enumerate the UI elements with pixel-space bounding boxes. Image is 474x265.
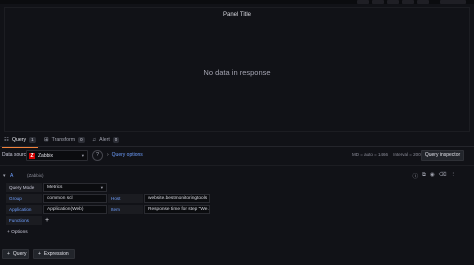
tab-label: Query	[11, 137, 27, 143]
tab-label: Transform	[51, 137, 76, 143]
datasource-selected: Zabbix	[38, 152, 54, 159]
zabbix-logo-icon: Z	[29, 152, 35, 159]
host-field[interactable]: website.bestmonitoringtools	[144, 194, 210, 203]
item-field[interactable]: Response time for step "We...	[144, 205, 210, 214]
divider	[0, 165, 474, 166]
query-mode-label: Query Mode	[6, 183, 42, 192]
datasource-label: Data source	[2, 152, 29, 158]
plus-icon: +	[7, 251, 10, 257]
copy-icon[interactable]: ⧉	[422, 172, 426, 180]
item-label: Item	[108, 205, 143, 214]
add-function-button[interactable]: +	[45, 216, 49, 225]
tab-label: Alert	[99, 137, 110, 143]
tab-query[interactable]: ☷ Query 1	[2, 134, 38, 148]
help-circle-icon[interactable]: ⓘ	[412, 172, 418, 180]
query-mode-value: Metrics	[47, 185, 63, 190]
query-inspector-button[interactable]: Query inspector	[421, 150, 464, 161]
chevron-down-icon: ▾	[81, 153, 84, 158]
query-mode-select[interactable]: Metrics ▾	[43, 183, 107, 192]
help-icon[interactable]: ?	[92, 150, 103, 161]
chevron-down-icon: ▾	[100, 185, 103, 190]
eye-icon[interactable]: ◉	[430, 172, 435, 180]
editor-tabs: ☷ Query 1 ⊞ Transform 0 ♫ Alert 0	[0, 132, 474, 148]
add-expression-button[interactable]: + Expression	[33, 249, 75, 259]
query-ref-id[interactable]: A	[10, 173, 13, 179]
toolbar-button[interactable]	[372, 0, 384, 4]
group-field[interactable]: common scl	[43, 194, 107, 203]
datasource-picker[interactable]: Z Zabbix ▾	[26, 150, 88, 161]
tab-count-badge: 0	[78, 137, 85, 143]
options-toggle[interactable]: + Options	[7, 230, 28, 235]
tab-count-badge: 1	[29, 137, 36, 143]
toolbar-button[interactable]	[440, 0, 466, 4]
plus-icon: +	[38, 251, 41, 257]
chevron-right-icon: ›	[107, 152, 109, 158]
no-data-message: No data in response	[203, 68, 271, 77]
query-datasource-name: (Zabbix)	[27, 173, 44, 178]
functions-label: Functions	[6, 216, 42, 225]
query-options-summary: MD = auto = 1466 Interval = 200ms	[352, 152, 431, 157]
toolbar-button[interactable]	[387, 0, 399, 4]
application-label: Application	[6, 205, 42, 214]
datasource-row: Data source Z Zabbix ▾ ? › Query options …	[0, 149, 474, 162]
trash-icon[interactable]: ⌫	[439, 172, 447, 180]
query-options-label: Query options	[111, 152, 143, 158]
query-options-toggle[interactable]: › Query options	[107, 152, 143, 158]
transform-icon: ⊞	[44, 137, 49, 143]
database-icon: ☷	[4, 137, 9, 143]
top-toolbar	[0, 0, 474, 4]
query-row-header[interactable]: ▾ A (Zabbix) ⓘ ⧉ ◉ ⌫ ⋮	[0, 172, 474, 180]
host-label: Host	[108, 194, 143, 203]
panel-title[interactable]: Panel Title	[5, 12, 469, 18]
toolbar-button[interactable]	[357, 0, 369, 4]
max-data-points: MD = auto = 1466	[352, 152, 389, 157]
add-query-label: Query	[12, 251, 27, 257]
toolbar-button[interactable]	[417, 0, 429, 4]
chevron-down-icon[interactable]: ▾	[3, 173, 6, 179]
toolbar-button[interactable]	[402, 0, 414, 4]
panel-preview: Panel Title No data in response	[4, 7, 470, 132]
add-query-button[interactable]: + Query	[2, 249, 29, 259]
group-label: Group	[6, 194, 42, 203]
tab-alert[interactable]: ♫ Alert 0	[92, 134, 120, 146]
application-field[interactable]: Application(Web)	[43, 205, 107, 214]
query-editor: Query Mode Metrics ▾ Group common scl Ho…	[0, 180, 474, 240]
tab-count-badge: 0	[112, 137, 120, 143]
drag-handle-icon[interactable]: ⋮	[451, 172, 457, 180]
add-expression-label: Expression	[43, 251, 69, 257]
query-actions: ⓘ ⧉ ◉ ⌫ ⋮	[412, 172, 456, 180]
bell-icon: ♫	[92, 137, 97, 143]
tab-transform[interactable]: ⊞ Transform 0	[44, 134, 85, 146]
